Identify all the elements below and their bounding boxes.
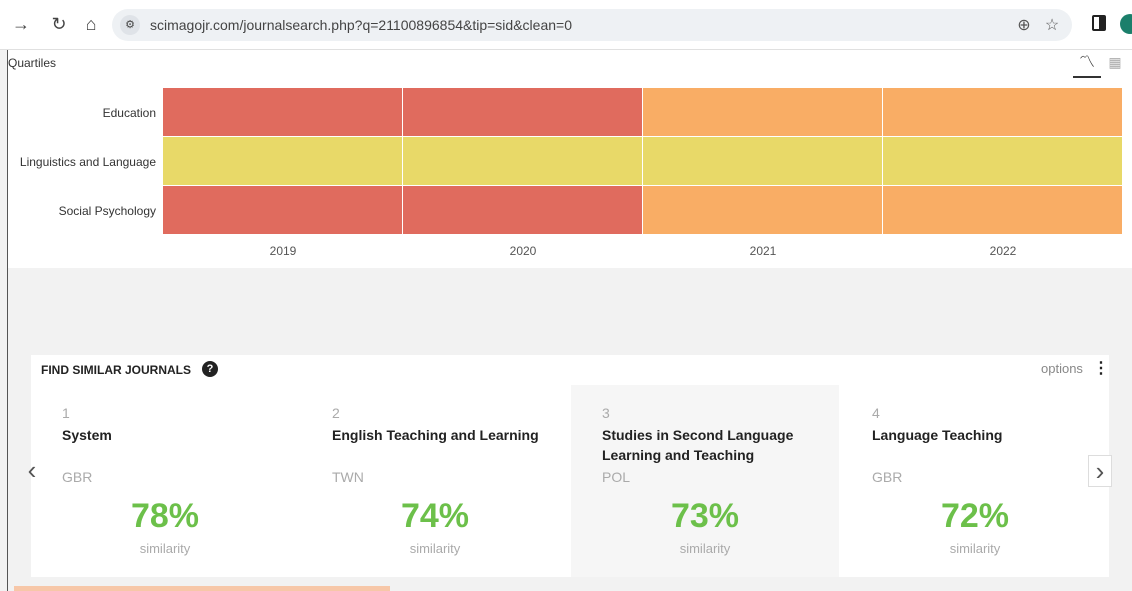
journal-similarity-value: 78% xyxy=(130,497,200,535)
journal-similarity-value: 72% xyxy=(940,497,1010,535)
journal-card[interactable]: 4 Language Teaching GBR 72% similarity xyxy=(841,385,1109,577)
url-text[interactable]: scimagojr.com/journalsearch.php?q=211008… xyxy=(150,17,572,33)
home-icon[interactable]: ⌂ xyxy=(80,13,102,35)
address-bar[interactable]: ⚙ scimagojr.com/journalsearch.php?q=2110… xyxy=(112,9,1072,41)
heatmap-year-label: 2022 xyxy=(989,244,1017,258)
heatmap-cell[interactable] xyxy=(643,88,882,136)
quartiles-panel: Quartiles 〽 ▦ Education Linguistics and L… xyxy=(8,50,1132,268)
heatmap-cell[interactable] xyxy=(883,186,1122,234)
journal-country: POL xyxy=(602,469,631,485)
profile-avatar[interactable] xyxy=(1120,14,1132,34)
carousel-next-button[interactable]: › xyxy=(1088,455,1112,487)
quartiles-title: Quartiles xyxy=(8,56,57,70)
journal-country: GBR xyxy=(62,469,93,485)
bottom-banner-edge xyxy=(14,586,390,591)
forward-icon[interactable]: → xyxy=(10,13,32,35)
journal-card[interactable]: 1 System GBR 78% similarity xyxy=(31,385,299,577)
carousel-prev-button[interactable]: ‹ xyxy=(20,455,44,487)
heatmap-row-label: Linguistics and Language xyxy=(19,155,156,169)
journal-card[interactable]: 2 English Teaching and Learning TWN 74% … xyxy=(301,385,569,577)
more-vert-icon[interactable]: ⋮ xyxy=(1093,358,1109,378)
journal-similarity-value: 73% xyxy=(670,497,740,535)
table-view-icon[interactable]: ▦ xyxy=(1106,54,1124,72)
heatmap-row-label: Social Psychology xyxy=(58,204,156,218)
journal-similarity-value: 74% xyxy=(400,497,470,535)
heatmap-cell[interactable] xyxy=(403,88,642,136)
journal-title[interactable]: Studies in Second Language Learning and … xyxy=(602,425,817,465)
journal-rank: 3 xyxy=(602,405,610,421)
heatmap-cell[interactable] xyxy=(163,186,402,234)
heatmap-cell[interactable] xyxy=(643,186,882,234)
heatmap-cell[interactable] xyxy=(403,186,642,234)
journal-title[interactable]: English Teaching and Learning xyxy=(332,425,547,445)
journal-country: GBR xyxy=(872,469,903,485)
similar-journals-heading: FIND SIMILAR JOURNALS xyxy=(41,363,191,377)
heatmap-year-label: 2019 xyxy=(269,244,297,258)
heatmap-year-label: 2021 xyxy=(749,244,777,258)
journal-rank: 4 xyxy=(872,405,880,421)
journal-title[interactable]: Language Teaching xyxy=(872,425,1087,445)
heatmap-cell[interactable] xyxy=(643,137,882,185)
heatmap-cell[interactable] xyxy=(883,137,1122,185)
journal-title[interactable]: System xyxy=(62,425,277,445)
journal-country: TWN xyxy=(332,469,364,485)
site-info-icon[interactable]: ⚙ xyxy=(120,15,140,35)
chart-view-icon[interactable]: 〽 xyxy=(1073,52,1101,78)
browser-toolbar: → ↻ ⌂ ⚙ scimagojr.com/journalsearch.php?… xyxy=(0,0,1132,50)
similar-journals-panel: FIND SIMILAR JOURNALS ? options ⋮ 1 Syst… xyxy=(31,355,1109,577)
similarity-label: similarity xyxy=(139,541,191,556)
similarity-label: similarity xyxy=(949,541,1001,556)
journal-rank: 2 xyxy=(332,405,340,421)
journal-rank: 1 xyxy=(62,405,70,421)
journal-card[interactable]: 3 Studies in Second Language Learning an… xyxy=(571,385,839,577)
options-link[interactable]: options xyxy=(1041,361,1083,376)
heatmap-cell[interactable] xyxy=(163,137,402,185)
heatmap-year-label: 2020 xyxy=(509,244,537,258)
similarity-label: similarity xyxy=(679,541,731,556)
similarity-label: similarity xyxy=(409,541,461,556)
heatmap-row-label: Education xyxy=(102,106,156,120)
help-icon[interactable]: ? xyxy=(202,361,218,377)
bookmark-star-icon[interactable]: ☆ xyxy=(1042,15,1062,35)
reload-icon[interactable]: ↻ xyxy=(48,13,70,35)
heatmap-cell[interactable] xyxy=(163,88,402,136)
zoom-icon[interactable]: ⊕ xyxy=(1014,15,1034,35)
heatmap-cell[interactable] xyxy=(403,137,642,185)
heatmap-cell[interactable] xyxy=(883,88,1122,136)
side-panel-icon[interactable] xyxy=(1092,15,1106,31)
